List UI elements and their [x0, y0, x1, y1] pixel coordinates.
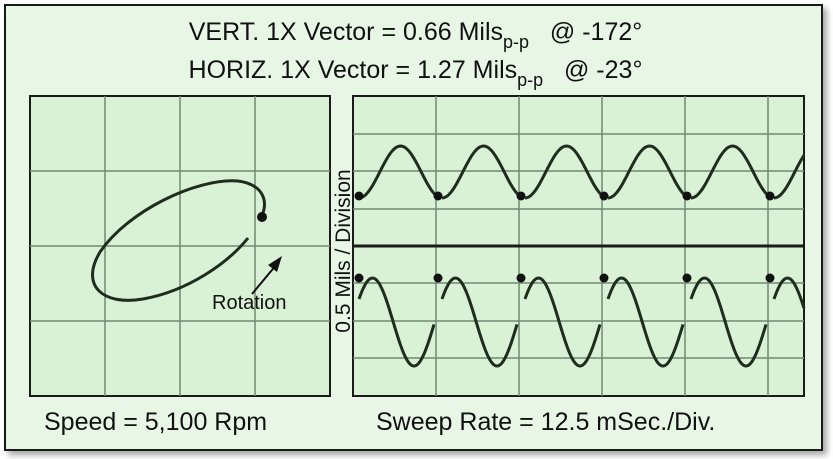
- horizontal-keyphasor-dot: [433, 273, 443, 283]
- horizontal-keyphasor-dot: [516, 273, 526, 283]
- horizontal-keyphasor-dot: [682, 273, 692, 283]
- vertical-keyphasor-dot: [765, 191, 775, 201]
- horizontal-keyphasor-dot: [599, 273, 609, 283]
- horizontal-keyphasor-dot: [765, 273, 775, 283]
- vertical-keyphasor-dot: [354, 191, 364, 201]
- figure-frame: VERT. 1X Vector = 0.66 Milsp-p @ -172° H…: [4, 4, 823, 451]
- timebase-panel: [352, 95, 806, 397]
- horizontal-keyphasor-dot: [354, 273, 364, 283]
- rotation-label: Rotation: [212, 292, 287, 314]
- orbit-panel: Rotation: [29, 95, 331, 397]
- vertical-keyphasor-dot: [599, 191, 609, 201]
- orbit-keyphasor-dot: [257, 212, 267, 222]
- vertical-keyphasor-dot: [516, 191, 526, 201]
- sweep-rate-label: Sweep Rate = 12.5 mSec./Div.: [376, 408, 716, 436]
- vertical-keyphasor-dot: [433, 191, 443, 201]
- speed-label: Speed = 5,100 Rpm: [44, 408, 268, 436]
- y-axis-label: 0.5 Mils / Division: [332, 169, 355, 332]
- oscilloscope-display: Rotation 0.5 Mils / Division: [29, 95, 806, 397]
- vertical-keyphasor-dot: [682, 191, 692, 201]
